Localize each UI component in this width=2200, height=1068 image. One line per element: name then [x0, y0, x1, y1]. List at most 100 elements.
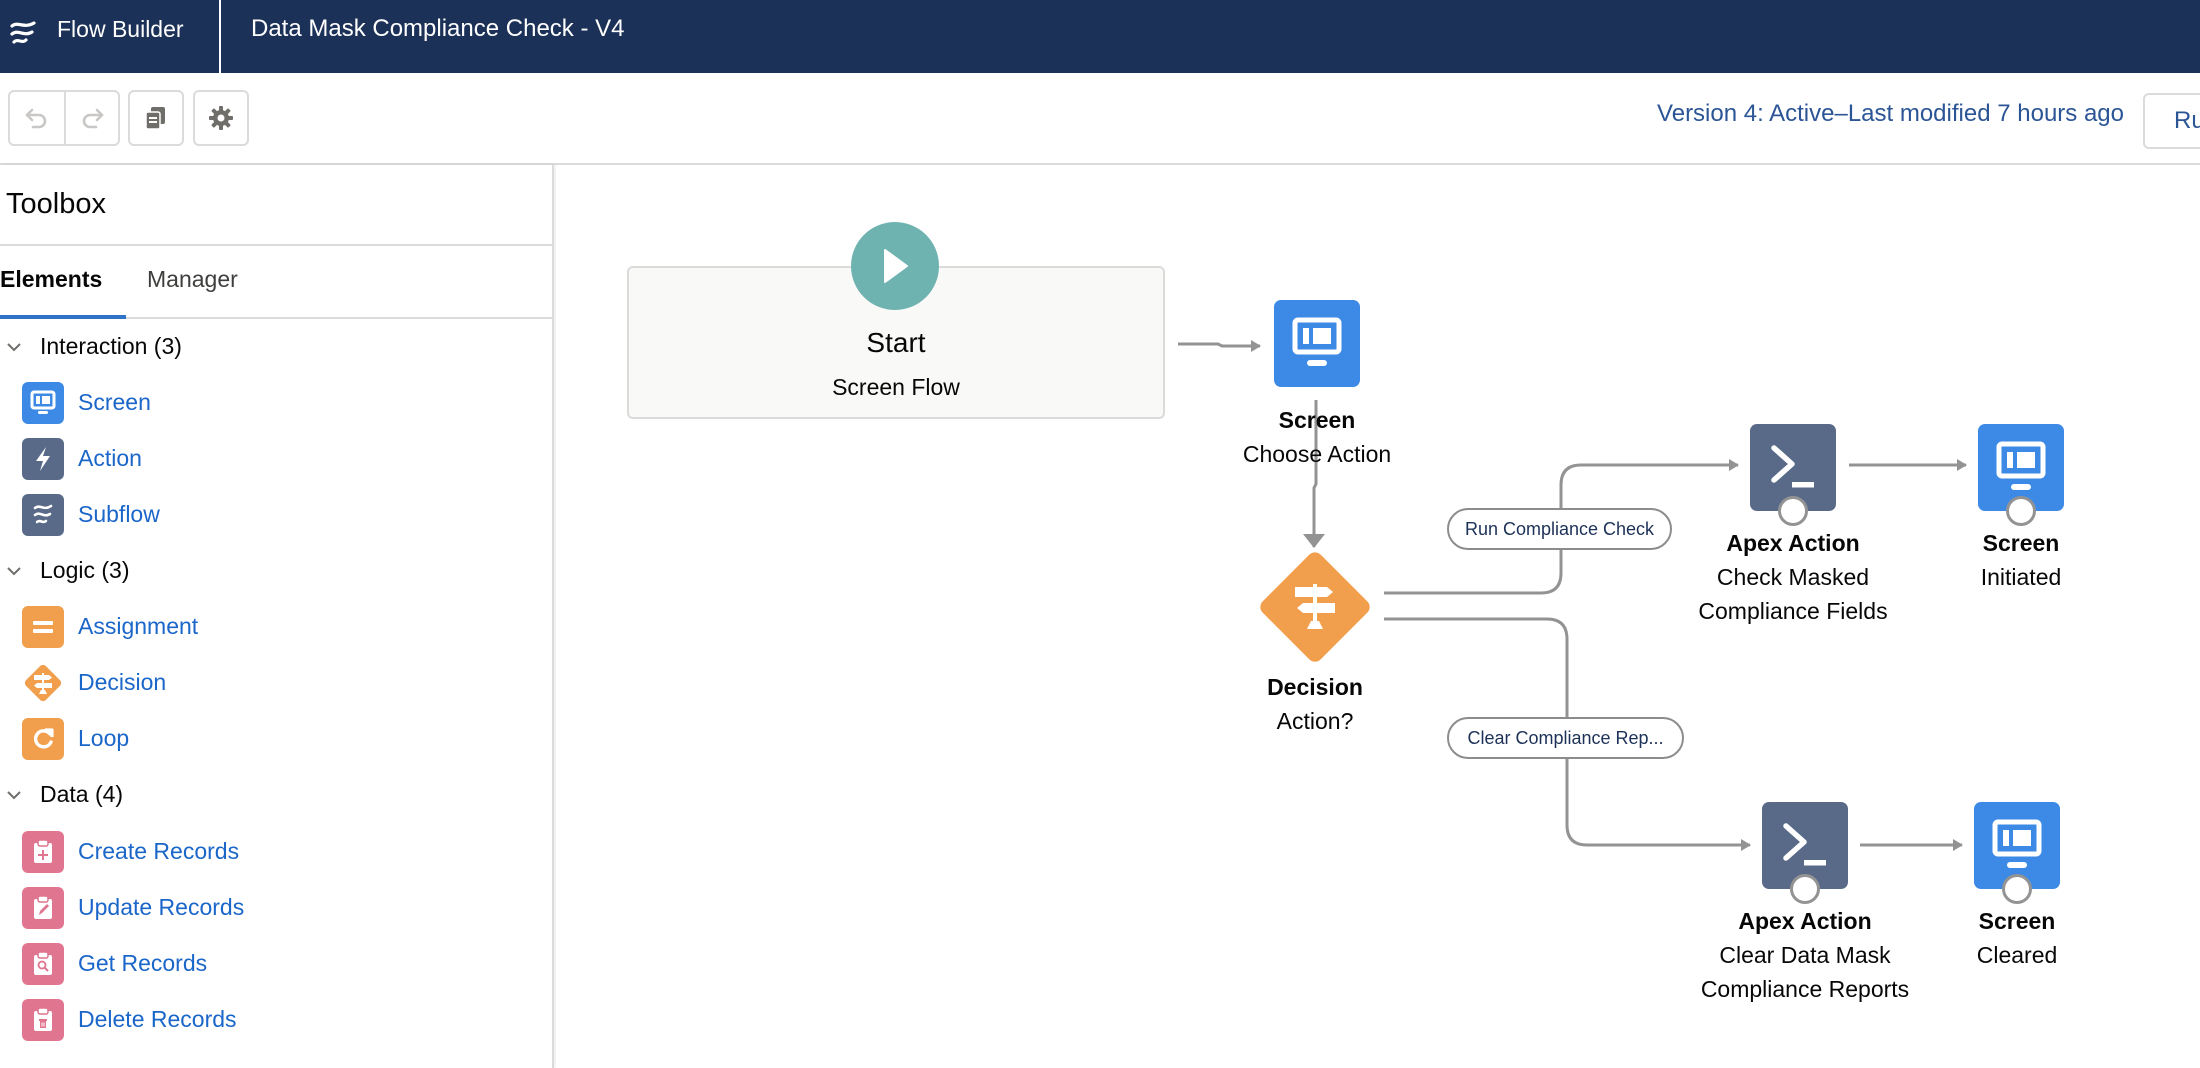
gear-icon	[209, 106, 233, 130]
node-type: Screen	[1982, 530, 2060, 556]
copy-button[interactable]	[130, 92, 182, 144]
toolbox-item-delete-records[interactable]: Delete Records	[0, 996, 552, 1044]
start-subtitle: Screen Flow	[832, 374, 960, 400]
node-name: Initiated	[1980, 564, 2062, 590]
section-label: Interaction (3)	[40, 333, 182, 359]
connector-start-to-choose-action[interactable]	[1178, 340, 1261, 352]
node-label-check-masked: Apex Action Check Masked Compliance Fiel…	[1698, 526, 1887, 628]
node-name: Action?	[1276, 708, 1354, 734]
section-label: Logic (3)	[40, 557, 130, 583]
node-name: Choose Action	[1242, 441, 1392, 467]
app-name: Flow Builder	[57, 16, 184, 42]
tab-elements[interactable]: Elements	[0, 266, 102, 293]
undo-redo-group	[8, 90, 120, 146]
record-lookup-icon	[22, 943, 64, 985]
node-label-cleared: Screen Cleared	[1977, 904, 2058, 972]
item-label: Subflow	[78, 501, 160, 527]
node-label-initiated: Screen Initiated	[1981, 526, 2062, 594]
item-label: Decision	[78, 669, 167, 695]
undo-icon	[25, 108, 47, 129]
app-header: Flow Builder Data Mask Compliance Check …	[0, 0, 2200, 73]
toolbox-item-create-records[interactable]: Create Records	[0, 828, 552, 876]
chevron-down-icon	[7, 791, 21, 800]
record-delete-icon	[22, 999, 64, 1041]
node-label-decision: Decision Action?	[1267, 670, 1363, 738]
end-connector-dot[interactable]	[2002, 874, 2032, 904]
section-label: Data (4)	[40, 781, 124, 807]
item-label: Loop	[78, 725, 130, 751]
screen-icon	[1996, 441, 2046, 490]
settings-button[interactable]	[195, 92, 247, 144]
toolbar: Version 4: Active–Last modified 7 hours …	[0, 73, 2200, 165]
end-connector-dot[interactable]	[2006, 496, 2036, 526]
flow-canvas[interactable]: Start Screen Flow Screen Choose Action D…	[556, 167, 2200, 1068]
decision-icon	[1295, 584, 1335, 629]
node-label-clear-reports: Apex Action Clear Data Mask Compliance R…	[1701, 904, 1909, 1006]
decision-icon	[22, 662, 64, 704]
redo-button[interactable]	[64, 92, 118, 144]
node-name-line1: Check Masked	[1716, 564, 1870, 590]
lightning-icon	[22, 438, 64, 480]
toolbox-tabs: Elements Manager	[0, 246, 552, 319]
flow-icon	[22, 494, 64, 536]
redo-icon	[82, 108, 104, 129]
tab-manager[interactable]: Manager	[147, 266, 238, 293]
item-label: Get Records	[78, 950, 208, 976]
version-status: Version 4: Active–Last modified 7 hours …	[1657, 100, 2124, 127]
toolbox-item-subflow[interactable]: Subflow	[0, 491, 552, 539]
item-label: Delete Records	[78, 1006, 237, 1032]
apex-terminal-icon	[1771, 444, 1814, 487]
toolbox-item-get-records[interactable]: Get Records	[0, 940, 552, 988]
copy-icon	[145, 107, 165, 130]
item-label: Action	[78, 445, 142, 471]
toolbox-item-update-records[interactable]: Update Records	[0, 884, 552, 932]
screen-icon	[1992, 819, 2042, 868]
outcome-clear-compliance-reports[interactable]: Clear Compliance Rep...	[1447, 717, 1684, 759]
record-create-icon	[22, 831, 64, 873]
node-name-line2: Compliance Reports	[1700, 976, 1910, 1002]
node-type: Screen	[1978, 908, 2056, 934]
loop-icon	[22, 718, 64, 760]
node-name-line2: Compliance Fields	[1698, 598, 1888, 624]
node-label-choose-action: Screen Choose Action	[1243, 403, 1391, 471]
toolbox-item-action[interactable]: Action	[0, 435, 552, 483]
play-icon	[884, 249, 908, 283]
screen-icon	[22, 382, 64, 424]
active-tab-indicator	[0, 315, 126, 319]
chevron-down-icon	[7, 567, 21, 576]
toolbox-item-assignment[interactable]: Assignment	[0, 603, 552, 651]
settings-button-group	[193, 90, 249, 146]
toolbox-item-loop[interactable]: Loop	[0, 715, 552, 763]
record-update-icon	[22, 887, 64, 929]
node-name: Cleared	[1976, 942, 2058, 968]
chevron-down-icon	[7, 343, 21, 352]
start-title: Start	[866, 327, 926, 358]
node-type: Apex Action	[1738, 908, 1872, 934]
item-label: Update Records	[78, 894, 245, 920]
copy-button-group	[128, 90, 184, 146]
start-node-icon[interactable]	[851, 222, 939, 310]
node-type: Apex Action	[1726, 530, 1860, 556]
screen-icon	[1292, 317, 1342, 366]
item-label: Create Records	[78, 838, 240, 864]
app-launcher[interactable]: Flow Builder	[0, 0, 221, 73]
node-type: Screen	[1278, 407, 1356, 433]
node-type: Decision	[1267, 674, 1363, 700]
flow-icon	[10, 21, 36, 44]
apex-terminal-icon	[1783, 822, 1826, 865]
run-button[interactable]: Run	[2143, 93, 2200, 149]
toolbox-item-screen[interactable]: Screen	[0, 379, 552, 427]
end-connector-dot[interactable]	[1790, 874, 1820, 904]
screen-node-choose-action[interactable]	[1274, 300, 1360, 387]
item-label: Screen	[78, 389, 151, 415]
toolbox-item-decision[interactable]: Decision	[0, 659, 552, 707]
toolbox-title: Toolbox	[6, 188, 106, 220]
outcome-run-compliance-check[interactable]: Run Compliance Check	[1447, 508, 1672, 550]
end-connector-dot[interactable]	[1778, 496, 1808, 526]
undo-button[interactable]	[10, 92, 64, 144]
toolbox-panel: Toolbox Elements Manager Interaction (3)…	[0, 165, 554, 1068]
flow-title: Data Mask Compliance Check - V4	[251, 15, 625, 42]
assignment-icon	[22, 606, 64, 648]
node-name-line1: Clear Data Mask	[1719, 942, 1891, 968]
item-label: Assignment	[78, 613, 199, 639]
